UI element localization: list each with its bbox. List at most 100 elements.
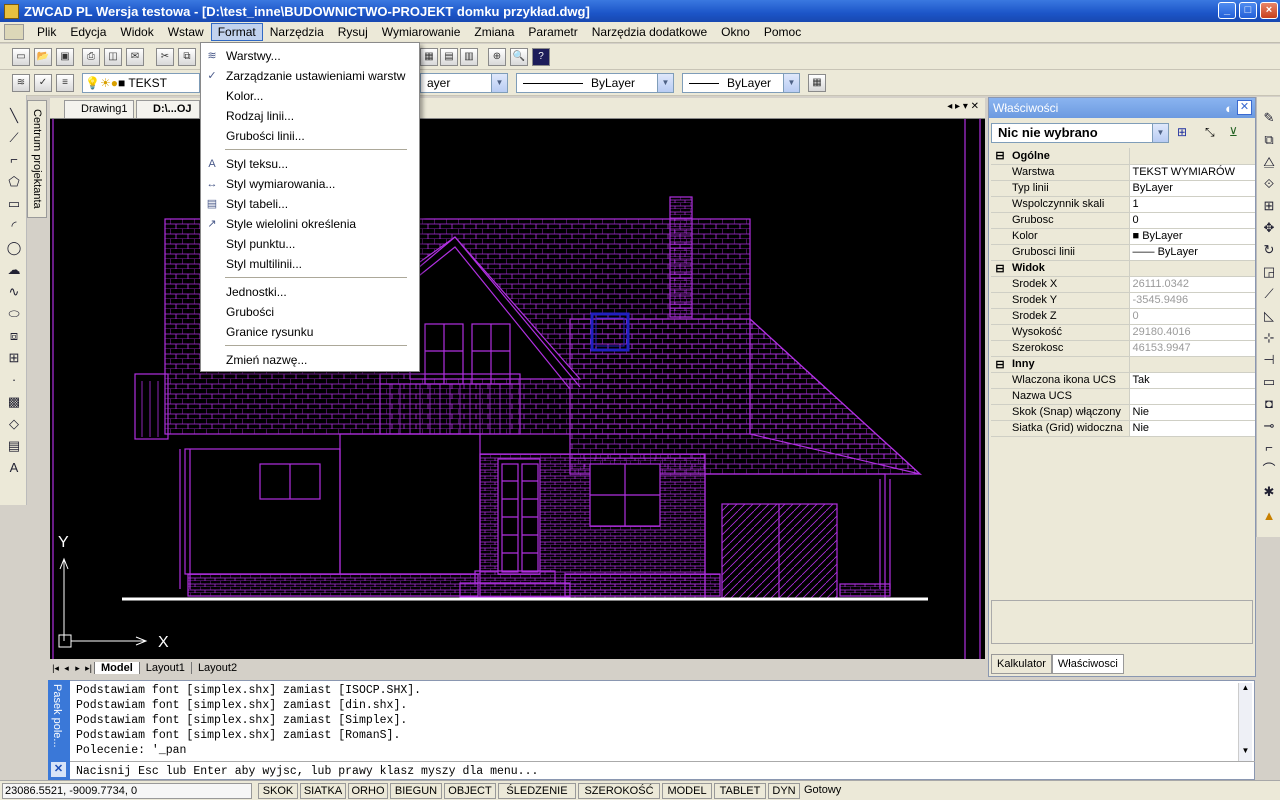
next-tab-icon[interactable]: ▸ bbox=[72, 663, 83, 674]
rotate-icon[interactable]: ↻ bbox=[1260, 241, 1278, 259]
prop-row[interactable]: Grubosc 0 bbox=[991, 212, 1255, 229]
menu-item-styl-wymiarowania[interactable]: ↔ Styl wymiarowania... bbox=[201, 174, 419, 194]
group-other[interactable]: ⊟ Inny bbox=[991, 356, 1255, 373]
tab-calculator[interactable]: Kalkulator bbox=[991, 654, 1052, 674]
circle-icon[interactable]: ◯ bbox=[5, 239, 23, 257]
menu-okno[interactable]: Okno bbox=[714, 23, 757, 41]
model-toggle[interactable]: MODEL bbox=[662, 783, 712, 799]
break-icon[interactable]: ▭ bbox=[1260, 373, 1278, 391]
polygon-icon[interactable]: ⬠ bbox=[5, 173, 23, 191]
menu-item-kolor[interactable]: Kolor... bbox=[201, 86, 419, 106]
erase-icon[interactable]: ✎ bbox=[1260, 109, 1278, 127]
save-icon[interactable]: ▣ bbox=[56, 48, 74, 66]
drawing-canvas[interactable]: Y X bbox=[50, 119, 985, 659]
stretch-icon[interactable]: ⟋ bbox=[1260, 285, 1278, 303]
tab-drawing1[interactable]: Drawing1 bbox=[64, 100, 134, 118]
menu-item-granice-rysunku[interactable]: Granice rysunku bbox=[201, 322, 419, 342]
selection-combo[interactable]: Nic nie wybrano ▼ bbox=[991, 123, 1169, 143]
close-panel-icon[interactable]: ✕ bbox=[1237, 100, 1252, 115]
copy-object-icon[interactable]: ⧉ bbox=[1260, 131, 1278, 149]
menu-item-layer-states[interactable]: ✓ Zarządzanie ustawieniami warstw bbox=[201, 66, 419, 86]
plot-style-icon[interactable]: ▦ bbox=[808, 74, 826, 92]
group-view[interactable]: ⊟ Widok bbox=[991, 260, 1255, 277]
prev-tab-icon[interactable]: ◂ bbox=[61, 663, 72, 674]
layer-manager-icon[interactable]: ≋ bbox=[12, 74, 30, 92]
polar-toggle[interactable]: BIEGUN bbox=[390, 783, 442, 799]
revision-cloud-icon[interactable]: ☁ bbox=[5, 261, 23, 279]
multiline-text-icon[interactable]: A bbox=[5, 459, 23, 477]
last-tab-icon[interactable]: ▸| bbox=[83, 663, 94, 674]
prop-row[interactable]: Srodek Y -3545.9496 bbox=[991, 292, 1255, 309]
point-icon[interactable]: · bbox=[5, 371, 23, 389]
prop-row[interactable]: Wlaczona ikona UCS Tak bbox=[991, 372, 1255, 389]
scale-icon[interactable]: ◲ bbox=[1260, 263, 1278, 281]
menu-format[interactable]: Format bbox=[210, 23, 263, 41]
menu-edycja[interactable]: Edycja bbox=[63, 23, 113, 41]
trim-icon[interactable]: ⊹ bbox=[1260, 329, 1278, 347]
select-objects-icon[interactable]: ⤡ bbox=[1205, 125, 1215, 140]
otrack-toggle[interactable]: ŚLEDZENIE bbox=[498, 783, 576, 799]
linetype-combo[interactable]: ByLayer ▼ bbox=[516, 73, 674, 93]
extend-icon[interactable]: ⊣ bbox=[1260, 351, 1278, 369]
layer-state-icon[interactable]: ✓ bbox=[34, 74, 52, 92]
menu-widok[interactable]: Widok bbox=[113, 23, 160, 41]
osnap-toggle[interactable]: OBJECT bbox=[444, 783, 496, 799]
fillet-icon[interactable]: ⌒ bbox=[1260, 461, 1278, 479]
tab-layout2[interactable]: Layout2 bbox=[190, 662, 243, 674]
help-icon[interactable]: ? bbox=[532, 48, 550, 66]
table-icon[interactable]: ▤ bbox=[5, 437, 23, 455]
construction-line-icon[interactable]: ⟋ bbox=[5, 129, 23, 147]
auto-hide-icon[interactable]: ◐ bbox=[1225, 99, 1233, 119]
explode-icon[interactable]: ✱ bbox=[1260, 483, 1278, 501]
preview-icon[interactable]: ◫ bbox=[104, 48, 122, 66]
ortho-toggle[interactable]: ORHO bbox=[348, 783, 388, 799]
pickadd-icon[interactable]: ⊻ bbox=[1229, 125, 1238, 139]
ellipse-icon[interactable]: ⬭ bbox=[5, 305, 23, 323]
calculator-icon[interactable]: ▤ bbox=[440, 48, 458, 66]
prop-row[interactable]: Srodek Z0 bbox=[991, 308, 1255, 325]
quick-select-icon[interactable]: ⊞ bbox=[1177, 125, 1187, 139]
rectangle-icon[interactable]: ▭ bbox=[5, 195, 23, 213]
new-file-icon[interactable]: ▭ bbox=[12, 48, 30, 66]
menu-wstaw[interactable]: Wstaw bbox=[161, 23, 211, 41]
prop-row[interactable]: Siatka (Grid) widoczna Nie bbox=[991, 420, 1255, 437]
scroll-down-icon[interactable]: ▼ bbox=[1239, 746, 1252, 755]
minimize-button[interactable]: _ bbox=[1218, 2, 1236, 19]
tab-current-drawing[interactable]: D:\...OJ bbox=[136, 100, 200, 118]
lineweight-toggle[interactable]: SZEROKOŚĆ bbox=[578, 783, 660, 799]
copy-icon[interactable]: ⧉ bbox=[178, 48, 196, 66]
print-icon[interactable]: ⎙ bbox=[82, 48, 100, 66]
tab-model[interactable]: Model bbox=[94, 662, 139, 674]
menu-item-styl-tabeli[interactable]: ▤ Styl tabeli... bbox=[201, 194, 419, 214]
tablet-toggle[interactable]: TABLET bbox=[714, 783, 766, 799]
menu-zmiana[interactable]: Zmiana bbox=[467, 23, 521, 41]
menu-item-styl-tekstu[interactable]: A Styl teksu... bbox=[201, 154, 419, 174]
menu-item-warstwy[interactable]: ≋ Warstwy... bbox=[201, 46, 419, 66]
menu-item-styl-multilinii[interactable]: Styl multilinii... bbox=[201, 254, 419, 274]
maximize-button[interactable]: □ bbox=[1239, 2, 1257, 19]
color-combo[interactable]: ayer ▼ bbox=[420, 73, 508, 93]
spline-icon[interactable]: ∿ bbox=[5, 283, 23, 301]
lengthen-icon[interactable]: ◺ bbox=[1260, 307, 1278, 325]
menu-item-grubosci[interactable]: Grubości bbox=[201, 302, 419, 322]
zoom-icon[interactable]: ⊕ bbox=[488, 48, 506, 66]
prop-row[interactable]: Wspolczynnik skali 1 bbox=[991, 196, 1255, 213]
dyn-toggle[interactable]: DYN bbox=[768, 783, 800, 799]
line-icon[interactable]: ╲ bbox=[5, 107, 23, 125]
prop-row[interactable]: Typ linii ByLayer bbox=[991, 180, 1255, 197]
menu-item-styl-punktu[interactable]: Styl punktu... bbox=[201, 234, 419, 254]
move-icon[interactable]: ✥ bbox=[1260, 219, 1278, 237]
break-at-point-icon[interactable]: ◘ bbox=[1260, 395, 1278, 413]
region-icon[interactable]: ◇ bbox=[5, 415, 23, 433]
prop-row[interactable]: Wysokość 29180.4016 bbox=[991, 324, 1255, 341]
publish-icon[interactable]: ✉ bbox=[126, 48, 144, 66]
group-general[interactable]: ⊟ Ogólne bbox=[991, 148, 1255, 165]
prop-row[interactable]: Szerokosc 46153.9947 bbox=[991, 340, 1255, 357]
tab-layout1[interactable]: Layout1 bbox=[138, 662, 191, 674]
hatch-icon[interactable]: ▩ bbox=[5, 393, 23, 411]
menu-wymiarowanie[interactable]: Wymiarowanie bbox=[375, 23, 468, 41]
menu-item-grubosci-linii[interactable]: Grubości linii... bbox=[201, 126, 419, 146]
lineweight-combo[interactable]: ByLayer ▼ bbox=[682, 73, 800, 93]
offset-icon[interactable]: ⟐ bbox=[1260, 175, 1278, 193]
tab-properties[interactable]: Właściwosci bbox=[1051, 654, 1124, 674]
